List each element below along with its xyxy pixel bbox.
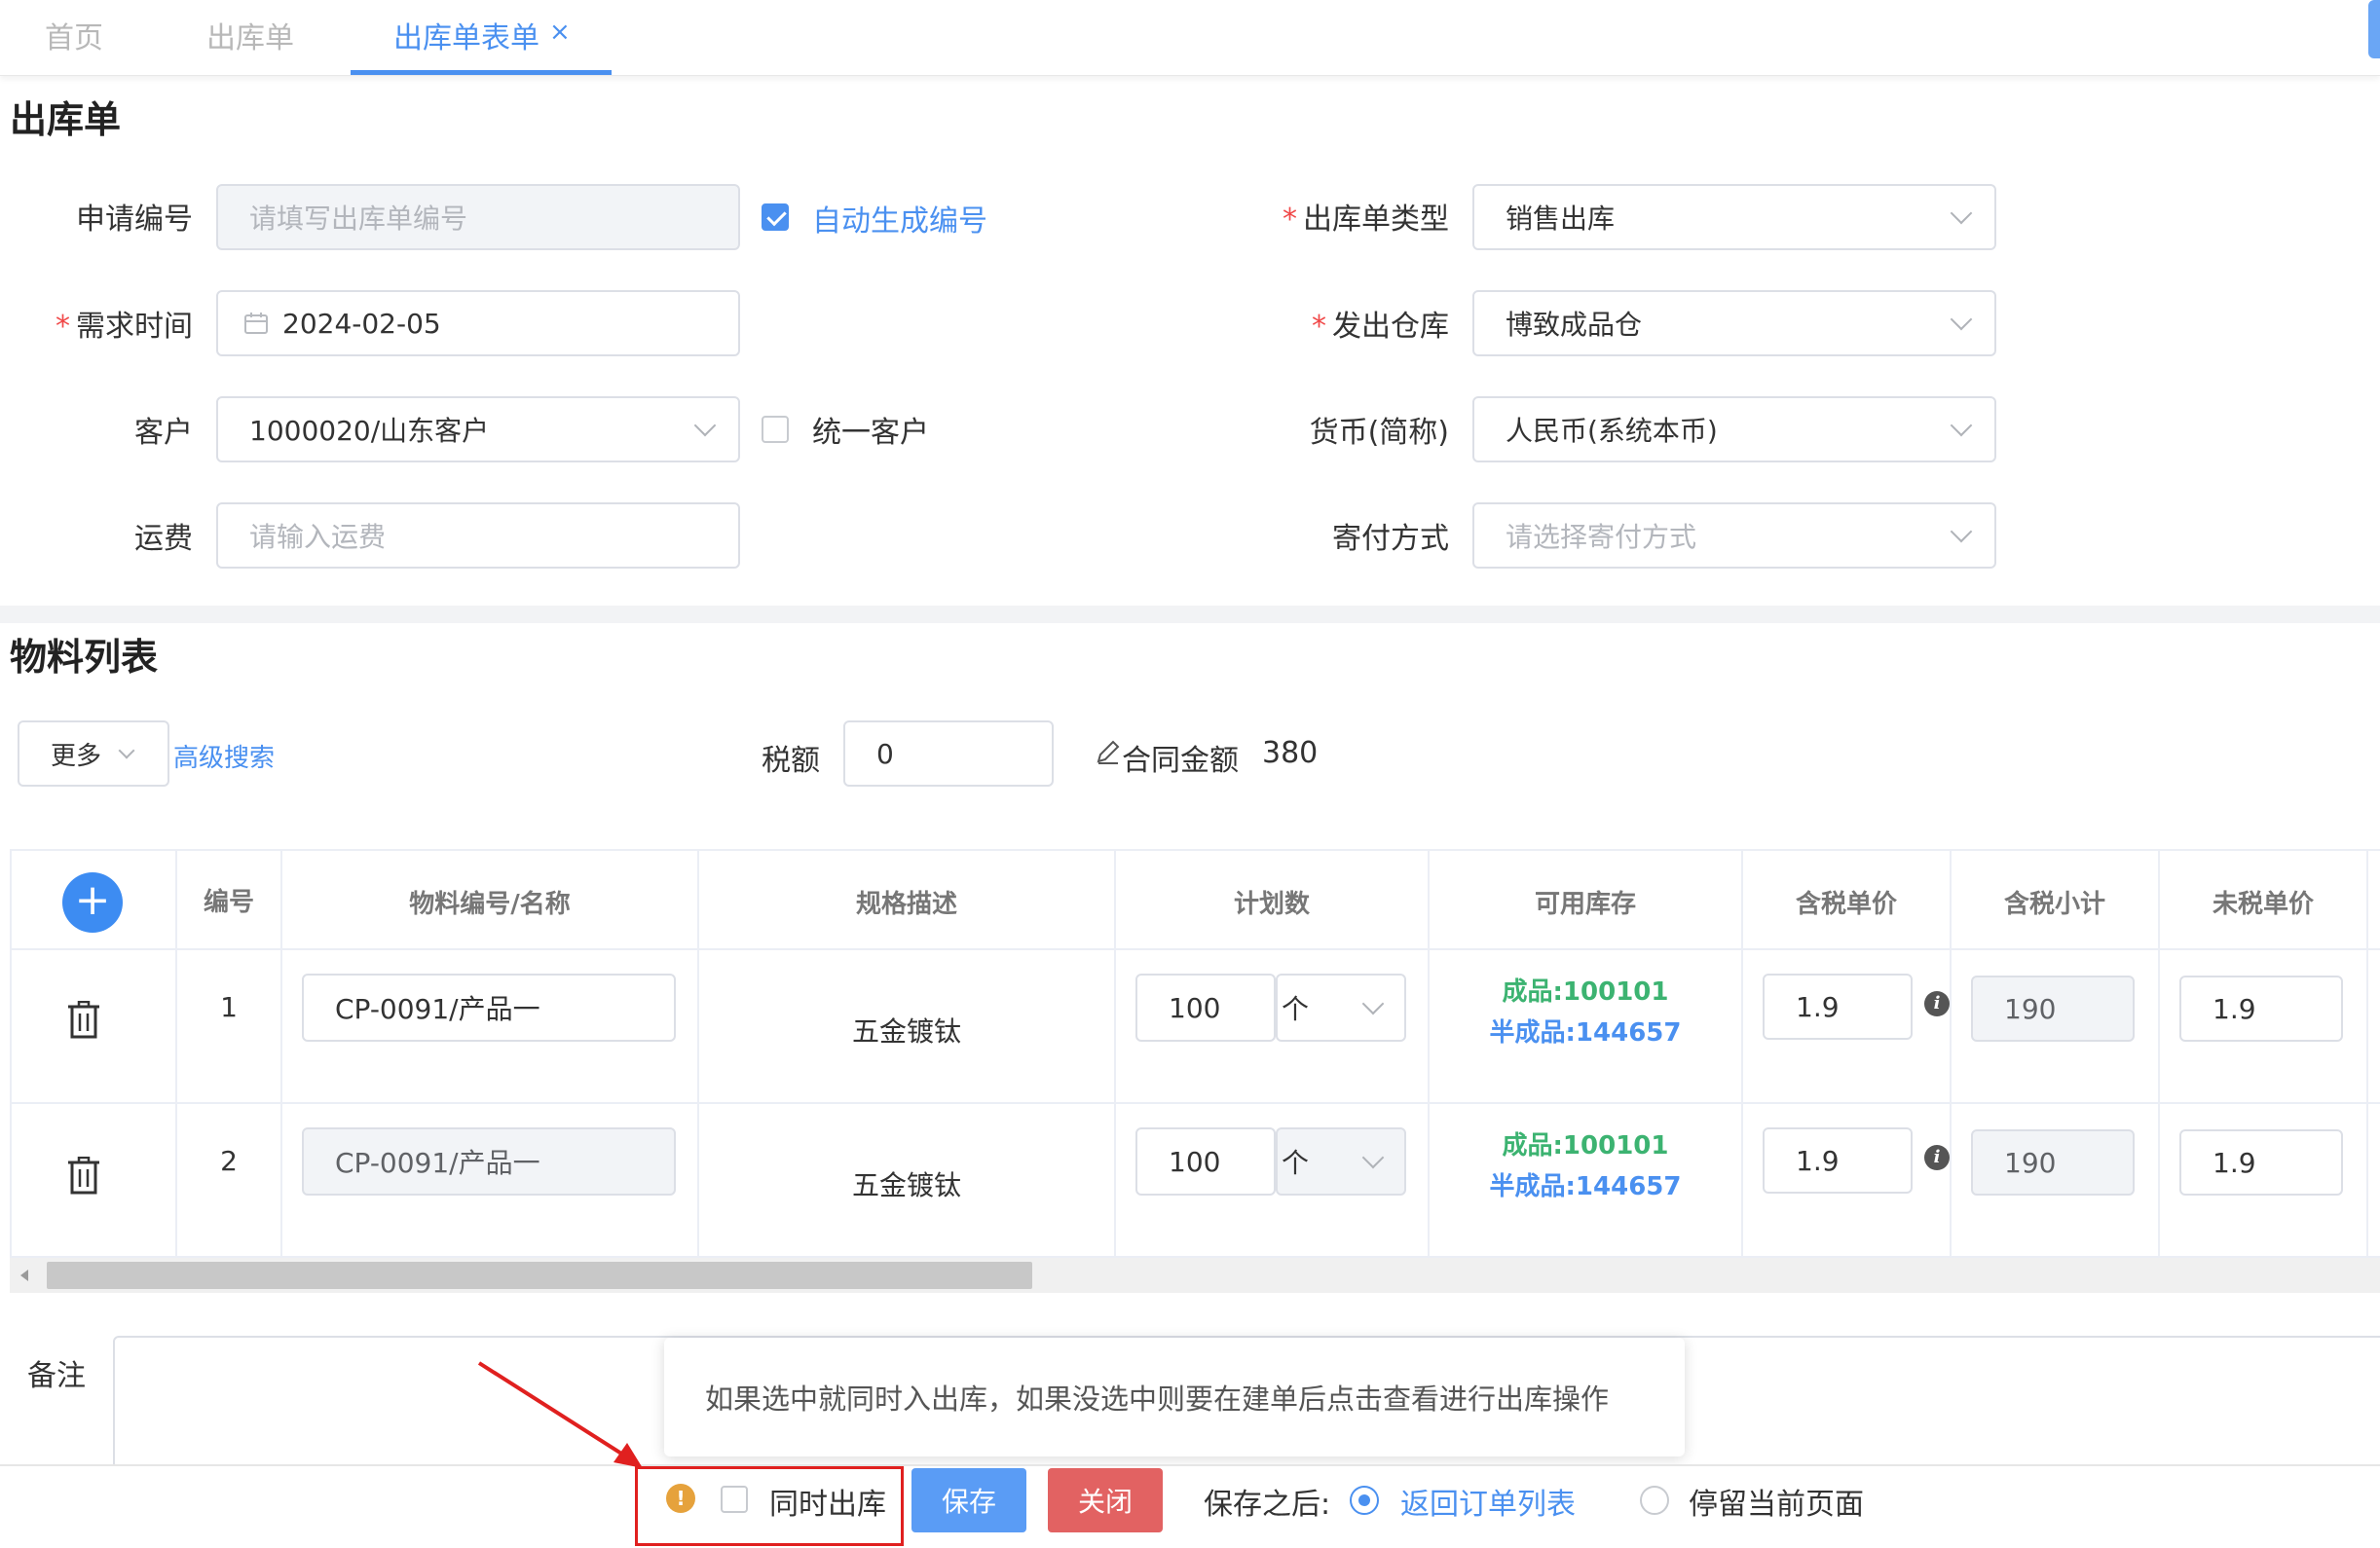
- qty-input[interactable]: 100: [1135, 1127, 1276, 1196]
- tab-outbound-list[interactable]: 出库单: [206, 14, 294, 56]
- customer-select[interactable]: 1000020/山东客户: [216, 396, 740, 462]
- contract-amount-value: 380: [1262, 736, 1319, 770]
- contract-amount-label: 合同金额: [1122, 744, 1239, 778]
- stock-finished: 成品:100101: [1502, 977, 1669, 1007]
- col-header-no: 编号: [203, 888, 254, 917]
- col-header-material: 物料编号/名称: [409, 890, 571, 919]
- col-header-spec: 规格描述: [855, 890, 957, 919]
- warehouse-select[interactable]: 博致成品仓: [1472, 290, 1996, 356]
- col-header-stock: 可用库存: [1534, 890, 1636, 919]
- materials-section-title: 物料列表: [10, 636, 159, 679]
- chevron-down-icon: [118, 742, 135, 759]
- need-time-picker[interactable]: 2024-02-05: [216, 290, 740, 356]
- trash-icon[interactable]: [66, 1157, 101, 1196]
- add-row-button[interactable]: +: [62, 872, 123, 933]
- chevron-down-icon: [1950, 202, 1973, 225]
- warehouse-label: * 发出仓库: [1312, 310, 1449, 344]
- chevron-down-icon: [1950, 308, 1973, 331]
- tax-price-input[interactable]: 1.9: [1763, 974, 1913, 1040]
- out-type-select[interactable]: 销售出库: [1472, 184, 1996, 250]
- save-button[interactable]: 保存: [911, 1468, 1026, 1532]
- material-input[interactable]: CP-0091/产品一: [302, 974, 676, 1042]
- chevron-down-icon: [1950, 414, 1973, 437]
- tab-bar: [0, 0, 2380, 76]
- freight-label: 运费: [134, 522, 193, 556]
- qty-input[interactable]: 100: [1135, 974, 1276, 1042]
- out-type-label: * 出库单类型: [1283, 203, 1449, 237]
- ship-method-select[interactable]: 请选择寄付方式: [1472, 502, 1996, 569]
- unify-customer-label[interactable]: 统一客户: [812, 408, 929, 451]
- apply-no-input[interactable]: 请填写出库单编号: [216, 184, 740, 250]
- subtotal-input: 190: [1971, 976, 2135, 1042]
- auto-generate-checkbox[interactable]: [762, 203, 789, 231]
- advanced-search-link[interactable]: 高级搜索: [173, 738, 275, 774]
- currency-label: 货币(简称): [1309, 416, 1449, 450]
- ship-method-label: 寄付方式: [1332, 522, 1449, 556]
- apply-no-label: 申请编号: [76, 203, 193, 237]
- radio-stay-page[interactable]: [1640, 1486, 1669, 1515]
- chevron-down-icon: [1361, 992, 1385, 1015]
- col-divider: [2366, 849, 2368, 1258]
- scroll-left-icon[interactable]: [18, 1268, 31, 1283]
- edit-icon[interactable]: [1095, 738, 1122, 765]
- close-button[interactable]: 关闭: [1048, 1468, 1163, 1532]
- more-dropdown[interactable]: 更多: [18, 720, 169, 787]
- chevron-down-icon: [1361, 1146, 1385, 1169]
- tax-price-input[interactable]: 1.9: [1763, 1127, 1913, 1194]
- freight-input[interactable]: 请输入运费: [216, 502, 740, 569]
- currency-select[interactable]: 人民币(系统本币): [1472, 396, 1996, 462]
- after-save-label: 保存之后:: [1204, 1488, 1331, 1522]
- form-section-title: 出库单: [10, 98, 122, 141]
- close-icon[interactable]: ×: [549, 18, 571, 47]
- stay-page-label[interactable]: 停留当前页面: [1689, 1480, 1864, 1523]
- info-icon[interactable]: i: [1924, 1145, 1950, 1170]
- untaxed-price-input[interactable]: 1.9: [2179, 976, 2343, 1042]
- row-divider: [10, 948, 2380, 950]
- need-time-label: * 需求时间: [56, 310, 193, 344]
- section-divider: [0, 606, 2380, 623]
- scrollbar-thumb[interactable]: [47, 1262, 1032, 1289]
- info-icon[interactable]: i: [1924, 991, 1950, 1016]
- material-input[interactable]: CP-0091/产品一: [302, 1127, 676, 1196]
- stock-semi: 半成品:144657: [1489, 1018, 1682, 1048]
- subtotal-input: 190: [1971, 1129, 2135, 1196]
- chevron-down-icon: [1950, 520, 1973, 543]
- return-list-label[interactable]: 返回订单列表: [1400, 1480, 1576, 1523]
- row-no: 1: [220, 991, 238, 1023]
- row-no: 2: [220, 1145, 238, 1177]
- stock-semi: 半成品:144657: [1489, 1172, 1682, 1201]
- remark-label: 备注: [27, 1359, 86, 1393]
- tax-label: 税额: [762, 744, 820, 778]
- auto-generate-label[interactable]: 自动生成编号: [812, 197, 987, 240]
- spec-text: 五金镀钛: [851, 1015, 961, 1048]
- tax-input[interactable]: 0: [843, 720, 1054, 787]
- footer-bar: [0, 1464, 2380, 1548]
- stock-finished: 成品:100101: [1502, 1131, 1669, 1161]
- chevron-down-icon: [693, 414, 717, 437]
- unit-select[interactable]: 个: [1276, 1127, 1406, 1196]
- tab-outbound-form[interactable]: 出库单表单: [393, 14, 539, 56]
- col-header-qty: 计划数: [1233, 890, 1310, 919]
- annotation-highlight-box: [635, 1466, 904, 1546]
- trash-icon[interactable]: [66, 1001, 101, 1040]
- edge-toggle-button[interactable]: [2368, 0, 2380, 58]
- row-divider: [10, 1102, 2380, 1104]
- unify-customer-checkbox[interactable]: [762, 416, 789, 443]
- spec-text: 五金镀钛: [851, 1169, 961, 1201]
- active-tab-indicator: [351, 70, 612, 75]
- col-header-tax-price: 含税单价: [1795, 890, 1897, 919]
- col-header-untaxed-price: 未税单价: [2212, 890, 2314, 919]
- calendar-icon: [244, 313, 268, 334]
- col-header-subtotal: 含税小计: [2003, 890, 2105, 919]
- radio-return-list[interactable]: [1350, 1486, 1379, 1515]
- tab-home[interactable]: 首页: [45, 14, 103, 56]
- sync-outbound-tooltip: 如果选中就同时入出库，如果没选中则要在建单后点击查看进行出库操作: [664, 1338, 1685, 1456]
- unit-select[interactable]: 个: [1276, 974, 1406, 1042]
- annotation-arrow-icon: [477, 1361, 643, 1468]
- customer-label: 客户: [134, 416, 193, 450]
- untaxed-price-input[interactable]: 1.9: [2179, 1129, 2343, 1196]
